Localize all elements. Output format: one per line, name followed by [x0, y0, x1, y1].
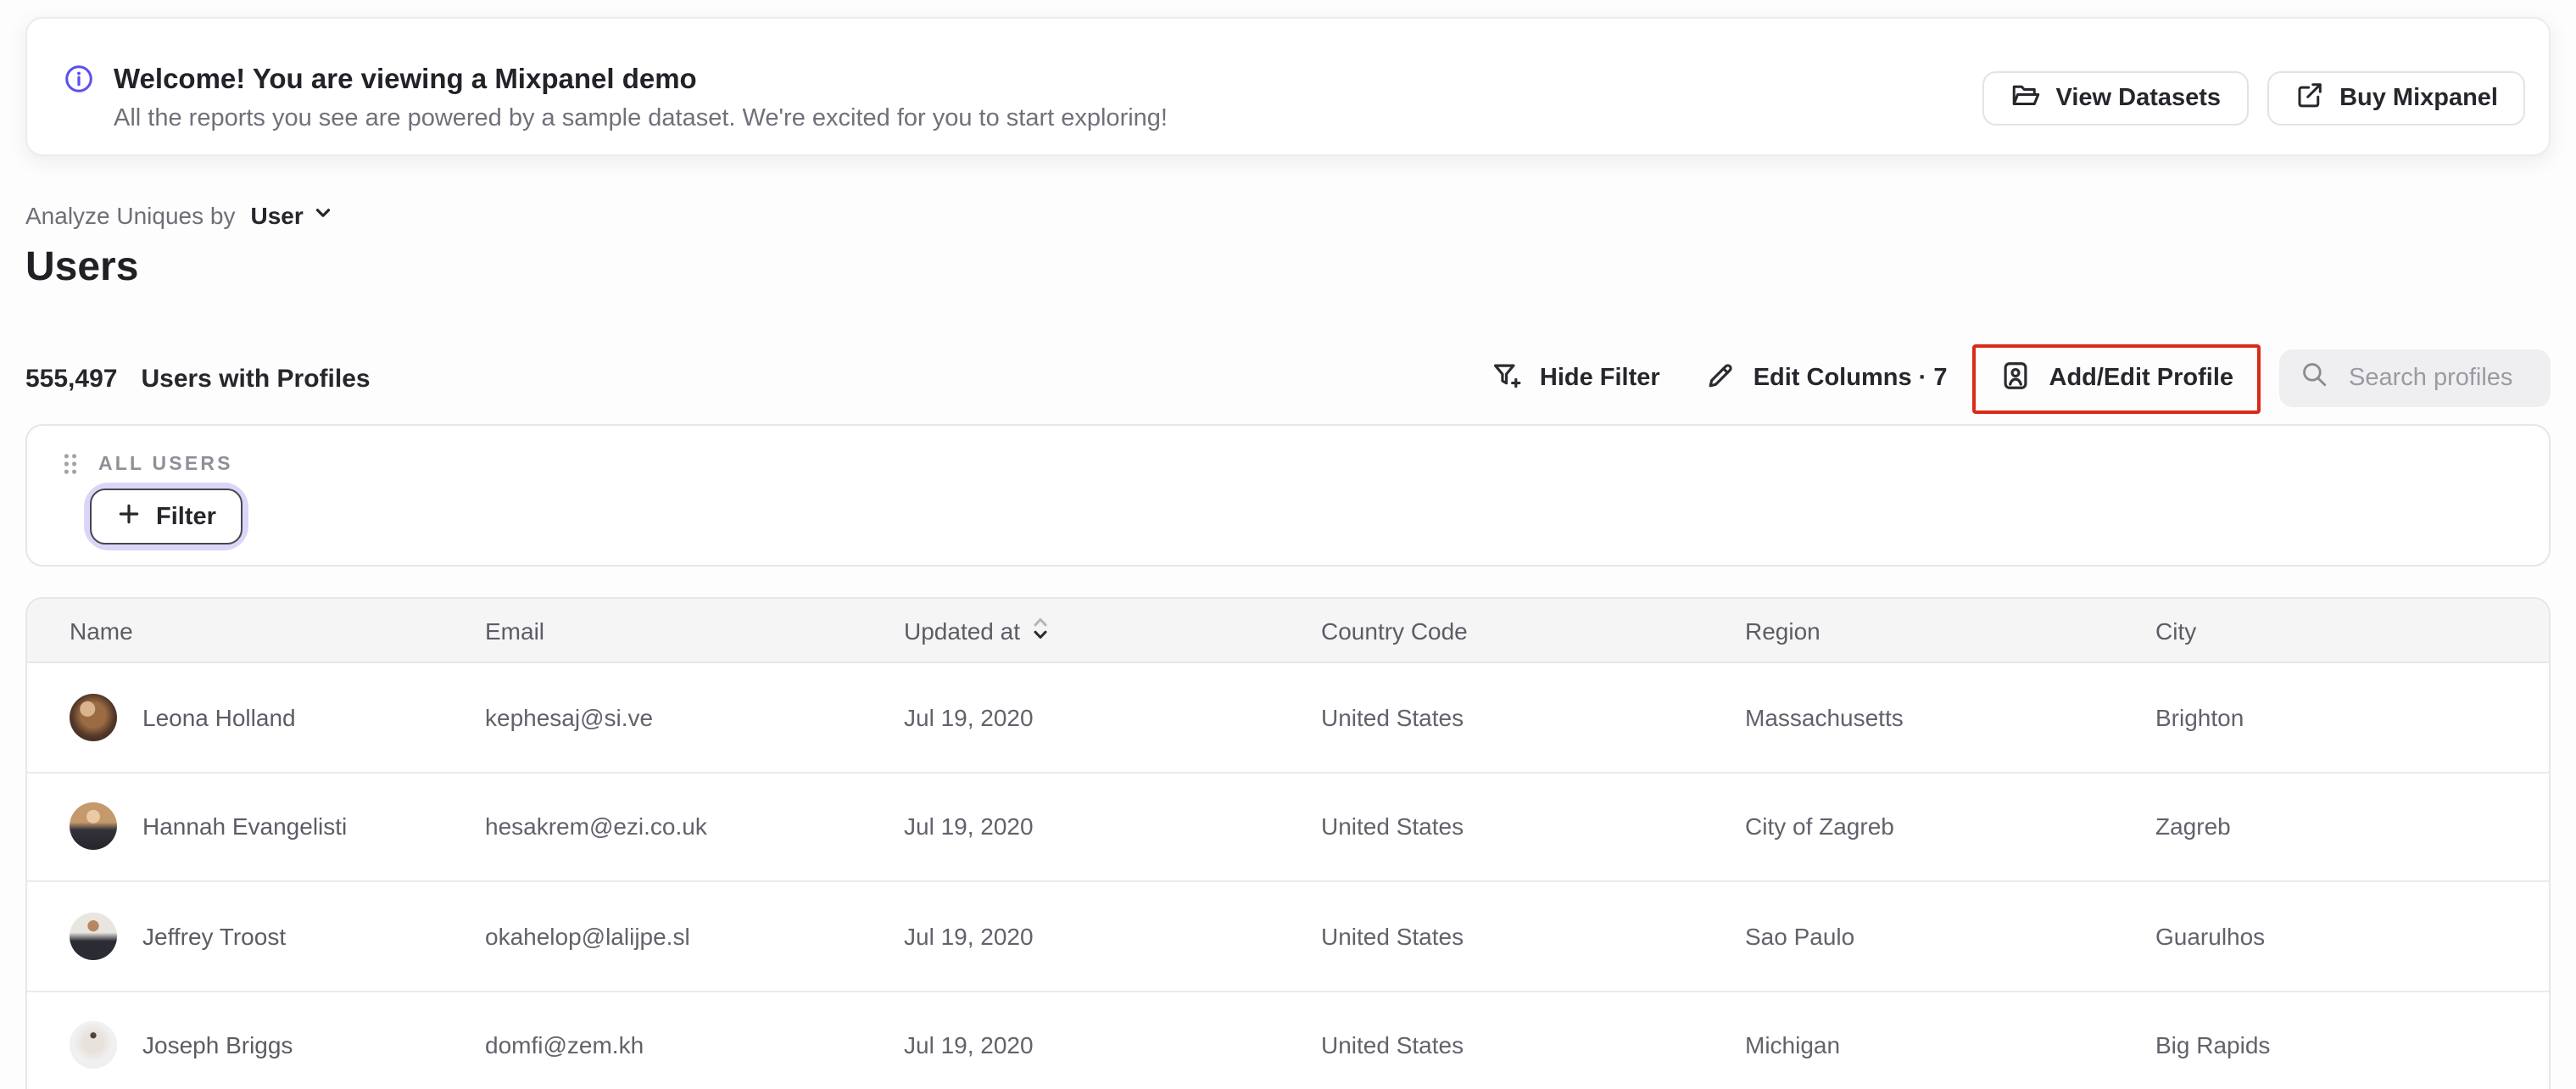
- user-country: United States: [1321, 813, 1464, 840]
- column-header-updated-at[interactable]: Updated at: [904, 615, 1321, 645]
- column-header-email[interactable]: Email: [485, 617, 904, 644]
- drag-handle-icon[interactable]: [61, 451, 80, 477]
- user-email: domfi@zem.kh: [485, 1031, 644, 1059]
- user-email: hesakrem@ezi.co.uk: [485, 813, 707, 840]
- edit-columns-button[interactable]: Edit Columns · 7: [1682, 359, 1970, 398]
- analyze-uniques-label: Analyze Uniques by: [25, 202, 236, 229]
- buy-mixpanel-button[interactable]: Buy Mixpanel: [2267, 71, 2525, 126]
- chevron-down-icon: [312, 202, 334, 229]
- view-datasets-button[interactable]: View Datasets: [1982, 71, 2249, 126]
- user-city: Zagreb: [2155, 813, 2231, 840]
- profile-badge-icon: [2000, 359, 2032, 398]
- edit-columns-label: Edit Columns · 7: [1753, 365, 1948, 392]
- analyze-by-dropdown[interactable]: User: [251, 202, 334, 229]
- avatar: [70, 802, 117, 851]
- column-header-name[interactable]: Name: [70, 617, 485, 644]
- table-row[interactable]: Hannah Evangelisti hesakrem@ezi.co.uk Ju…: [27, 773, 2549, 882]
- avatar: [70, 912, 117, 960]
- info-icon: [64, 64, 93, 102]
- user-name: Joseph Briggs: [142, 1031, 293, 1059]
- user-name: Jeffrey Troost: [142, 922, 287, 950]
- table-row[interactable]: Joseph Briggs domfi@zem.kh Jul 19, 2020 …: [27, 991, 2549, 1089]
- add-filter-label: Filter: [156, 503, 216, 530]
- table-row[interactable]: Leona Holland kephesaj@si.ve Jul 19, 202…: [27, 663, 2549, 773]
- page-title: Users: [25, 244, 139, 290]
- profile-count: 555,497: [25, 364, 118, 393]
- user-region: City of Zagreb: [1745, 813, 1894, 840]
- user-city: Big Rapids: [2155, 1031, 2271, 1059]
- user-email: kephesaj@si.ve: [485, 703, 654, 731]
- funnel-plus-icon: [1491, 359, 1523, 398]
- filter-panel: ALL USERS Filter: [25, 424, 2551, 567]
- profile-count-label: Users with Profiles: [141, 364, 371, 393]
- filter-group-header: ALL USERS: [61, 451, 2549, 477]
- column-header-country-code[interactable]: Country Code: [1321, 617, 1745, 644]
- user-city: Brighton: [2155, 703, 2244, 731]
- table-row[interactable]: Jeffrey Troost okahelop@lalijpe.sl Jul 1…: [27, 882, 2549, 991]
- user-country: United States: [1321, 703, 1464, 731]
- folder-icon: [2010, 80, 2041, 117]
- external-link-icon: [2294, 80, 2324, 117]
- column-header-city[interactable]: City: [2155, 617, 2549, 644]
- search-icon: [2300, 360, 2328, 397]
- analyze-by-value: User: [250, 202, 304, 229]
- filter-button-focus-ring: Filter: [90, 489, 243, 544]
- user-city: Guarulhos: [2155, 922, 2266, 950]
- stats-toolbar-row: 555,497 Users with Profiles Hide Filter …: [25, 343, 2551, 413]
- demo-banner: Welcome! You are viewing a Mixpanel demo…: [25, 17, 2551, 156]
- user-updated-at: Jul 19, 2020: [904, 813, 1034, 840]
- user-email: okahelop@lalijpe.sl: [485, 922, 690, 950]
- sort-icon: [1032, 615, 1047, 645]
- users-page: Welcome! You are viewing a Mixpanel demo…: [0, 0, 2576, 1089]
- search-profiles-input[interactable]: [2345, 363, 2530, 394]
- search-profiles-box[interactable]: [2279, 349, 2551, 407]
- user-region: Michigan: [1745, 1031, 1841, 1059]
- banner-subtitle: All the reports you see are powered by a…: [114, 105, 1168, 132]
- buy-mixpanel-label: Buy Mixpanel: [2339, 85, 2498, 112]
- hide-filter-button[interactable]: Hide Filter: [1469, 359, 1682, 398]
- banner-actions: View Datasets Buy Mixpanel: [1982, 71, 2525, 126]
- annotation-highlight-box: Add/Edit Profile: [1972, 343, 2261, 413]
- view-datasets-label: View Datasets: [2055, 85, 2222, 112]
- users-table: Name Email Updated at Country Code Regio…: [25, 597, 2551, 1089]
- filter-group-label: ALL USERS: [98, 454, 233, 474]
- user-name: Hannah Evangelisti: [142, 813, 348, 840]
- user-name: Leona Holland: [142, 703, 296, 731]
- table-toolbar: Hide Filter Edit Columns · 7 Add/Edit Pr…: [1469, 343, 2551, 413]
- add-edit-profile-label: Add/Edit Profile: [2049, 365, 2234, 392]
- avatar: [70, 693, 117, 741]
- user-updated-at: Jul 19, 2020: [904, 922, 1034, 950]
- hide-filter-label: Hide Filter: [1539, 365, 1660, 392]
- user-region: Massachusetts: [1745, 703, 1904, 731]
- user-region: Sao Paulo: [1745, 922, 1855, 950]
- user-updated-at: Jul 19, 2020: [904, 703, 1034, 731]
- profile-stats: 555,497 Users with Profiles: [25, 364, 371, 393]
- plus-icon: [117, 501, 141, 532]
- banner-title: Welcome! You are viewing a Mixpanel demo: [114, 64, 697, 95]
- pencil-icon: [1704, 359, 1737, 398]
- table-header-row: Name Email Updated at Country Code Regio…: [27, 599, 2549, 663]
- column-header-region[interactable]: Region: [1745, 617, 2155, 644]
- user-updated-at: Jul 19, 2020: [904, 1031, 1034, 1059]
- add-filter-button[interactable]: Filter: [90, 489, 243, 544]
- avatar: [70, 1021, 117, 1069]
- analyze-uniques-row: Analyze Uniques by User: [25, 202, 334, 229]
- user-country: United States: [1321, 922, 1464, 950]
- user-country: United States: [1321, 1031, 1464, 1059]
- add-edit-profile-button[interactable]: Add/Edit Profile: [1987, 359, 2248, 398]
